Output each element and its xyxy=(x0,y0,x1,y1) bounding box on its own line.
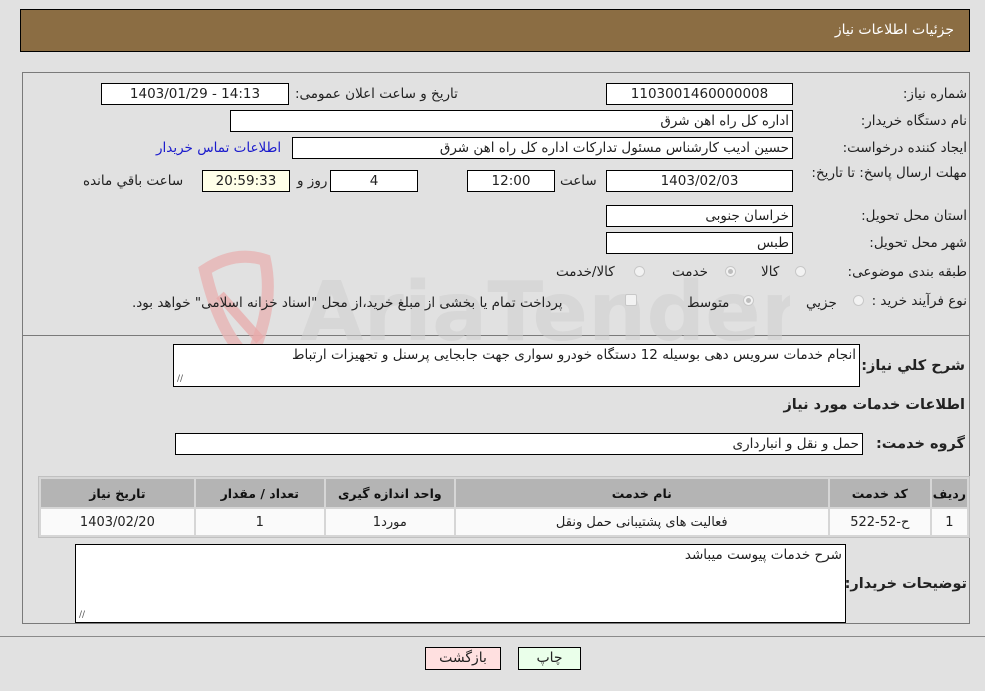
buyer-org-label: نام دستگاه خریدار: xyxy=(860,113,967,129)
deadline-time-field: 12:00 xyxy=(467,170,555,192)
announce-label: تاریخ و ساعت اعلان عمومی: xyxy=(295,86,458,102)
buyer-org-field: اداره کل راه اهن شرق xyxy=(230,110,793,132)
buyer-notes-label: توضیحات خریدار: xyxy=(844,576,967,592)
remaining-time-field: 20:59:33 xyxy=(202,170,290,192)
column-header-service-code: کد خدمت xyxy=(829,479,930,507)
category-option-goods-service: کالا/خدمت xyxy=(556,264,615,280)
resize-grip-icon[interactable]: ∕∕ xyxy=(79,610,85,620)
province-field: خراسان جنوبی xyxy=(606,205,793,227)
announce-field: 1403/01/29 - 14:13 xyxy=(101,83,289,105)
buyer-notes-textarea[interactable]: شرح خدمات پیوست میباشد ∕∕ xyxy=(75,544,846,623)
remaining-label: ساعت باقي مانده xyxy=(83,173,184,189)
cell-quantity: 1 xyxy=(195,509,324,535)
need-number-label: شماره نیاز: xyxy=(902,86,967,102)
days-label: روز و xyxy=(297,173,328,189)
days-field: 4 xyxy=(330,170,418,192)
service-group-label: گروه خدمت: xyxy=(875,436,965,452)
column-header-service-name: نام خدمت xyxy=(455,479,828,507)
cell-row-number: 1 xyxy=(931,509,967,535)
treasury-checkbox[interactable] xyxy=(625,294,637,306)
city-field: طبس xyxy=(606,232,793,254)
deadline-date-field: 1403/02/03 xyxy=(606,170,793,192)
process-option-minor: جزیي xyxy=(806,295,837,311)
column-header-need-date: تاریخ نیاز xyxy=(41,479,194,507)
cell-need-date: 1403/02/20 xyxy=(41,509,194,535)
requester-label: ایجاد کننده درخواست: xyxy=(842,140,967,156)
cell-unit: مورد1 xyxy=(325,509,454,535)
services-table: ردیف کد خدمت نام خدمت واحد اندازه گیری ت… xyxy=(38,476,970,538)
city-label: شهر محل تحویل: xyxy=(869,235,967,251)
divider xyxy=(0,636,985,637)
print-button[interactable]: چاپ xyxy=(518,647,581,670)
category-option-goods: کالا xyxy=(761,264,780,280)
table-row: 1 ح-52-522 فعالیت های پشتیبانی حمل ونقل … xyxy=(41,509,967,535)
cell-service-code: ح-52-522 xyxy=(829,509,930,535)
description-text: انجام خدمات سرویس دهی بوسیله 12 دستگاه خ… xyxy=(291,347,856,363)
back-button[interactable]: بازگشت xyxy=(425,647,501,670)
process-radio-minor[interactable] xyxy=(853,295,864,306)
services-section-title: اطلاعات خدمات مورد نیاز xyxy=(783,397,965,413)
description-label: شرح کلي نیاز: xyxy=(861,358,965,374)
need-number-field: 1103001460000008 xyxy=(606,83,793,105)
province-label: استان محل تحویل: xyxy=(861,208,967,224)
buyer-notes-text: شرح خدمات پیوست میباشد xyxy=(684,547,842,563)
table-header-row: ردیف کد خدمت نام خدمت واحد اندازه گیری ت… xyxy=(41,479,967,507)
page-header: جزئیات اطلاعات نیاز xyxy=(20,9,970,52)
service-group-field: حمل و نقل و انبارداری xyxy=(175,433,863,455)
process-option-medium: متوسط xyxy=(687,295,730,311)
description-textarea[interactable]: انجام خدمات سرویس دهی بوسیله 12 دستگاه خ… xyxy=(173,344,860,387)
category-radio-goods[interactable] xyxy=(795,266,806,277)
category-label: طبقه بندی موضوعی: xyxy=(847,264,967,280)
category-option-service: خدمت xyxy=(672,264,708,280)
column-header-row-number: ردیف xyxy=(931,479,967,507)
process-radio-medium[interactable] xyxy=(743,295,754,306)
cell-service-name: فعالیت های پشتیبانی حمل ونقل xyxy=(455,509,828,535)
requester-field: حسین ادیب کارشناس مسئول تدارکات اداره کل… xyxy=(292,137,793,159)
buyer-contact-link[interactable]: اطلاعات تماس خریدار xyxy=(156,140,281,156)
category-radio-service[interactable] xyxy=(725,266,736,277)
column-header-quantity: تعداد / مقدار xyxy=(195,479,324,507)
column-header-unit: واحد اندازه گیری xyxy=(325,479,454,507)
process-label: نوع فرآیند خرید : xyxy=(871,293,967,309)
treasury-note: پرداخت تمام یا بخشی از مبلغ خرید،از محل … xyxy=(132,295,563,311)
resize-grip-icon[interactable]: ∕∕ xyxy=(177,374,183,384)
category-radio-goods-service[interactable] xyxy=(634,266,645,277)
deadline-label: مهلت ارسال پاسخ: تا تاریخ: xyxy=(811,165,967,181)
page-title: جزئیات اطلاعات نیاز xyxy=(834,22,954,38)
time-label: ساعت xyxy=(560,173,597,189)
